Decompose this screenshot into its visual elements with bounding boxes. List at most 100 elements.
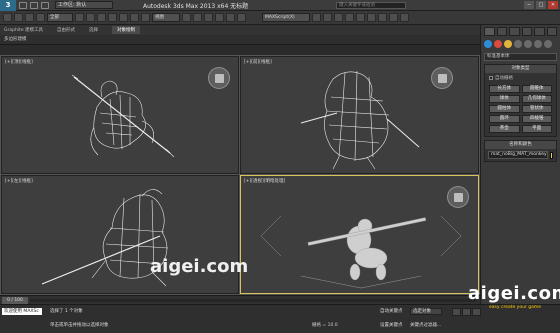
scale-icon[interactable]: [141, 13, 150, 22]
render-icon[interactable]: [400, 13, 409, 22]
tube-button[interactable]: 管状体: [521, 105, 552, 113]
autogrid-checkbox[interactable]: [489, 76, 493, 80]
spinner-snap-icon[interactable]: [237, 13, 246, 22]
ribbon-subtitle[interactable]: 多边形建模: [0, 35, 480, 45]
rotate-icon[interactable]: [130, 13, 139, 22]
app-logo-icon[interactable]: 3: [0, 0, 16, 11]
prompt-line: 单击或单击并拖动以选择对象: [50, 323, 109, 328]
viewcube-icon[interactable]: [431, 67, 453, 89]
select-icon[interactable]: [75, 13, 84, 22]
play-icon[interactable]: [462, 308, 471, 316]
minimize-button[interactable]: ─: [524, 1, 534, 9]
reference-coord-dropdown[interactable]: 视图: [152, 13, 180, 22]
geometry-type-dropdown[interactable]: 标准基本体: [484, 53, 557, 61]
rect-region-icon[interactable]: [97, 13, 106, 22]
select-by-name-icon[interactable]: [86, 13, 95, 22]
mirror-icon[interactable]: [312, 13, 321, 22]
redo-icon[interactable]: [14, 13, 23, 22]
named-selection-dropdown[interactable]: MAXScript(X): [262, 13, 310, 22]
tab-freeform[interactable]: 自由形式: [57, 27, 75, 33]
pyramid-button[interactable]: 四棱锥: [521, 115, 552, 123]
viewport-label[interactable]: [+][顶][线框]: [5, 59, 33, 65]
modify-tab-icon[interactable]: [496, 27, 507, 36]
save-file-icon[interactable]: [41, 1, 49, 9]
autokey-label[interactable]: 自动关键点: [380, 308, 403, 314]
plane-button[interactable]: 平面: [521, 125, 552, 133]
key-filters-button[interactable]: 关键点过滤器...: [410, 322, 441, 328]
timeline: 0 / 100: [0, 295, 480, 304]
viewport-perspective[interactable]: [+][透视][明暗处理]: [240, 175, 479, 294]
teapot-button[interactable]: 茶壶: [489, 125, 520, 133]
tab-graphite[interactable]: Graphite 建模工具: [4, 27, 43, 33]
status-bar: 欢迎使用 MAXSc 选择了 1 个对象 单击或单击并拖动以选择对象 栅格 = …: [0, 304, 560, 333]
next-frame-icon[interactable]: [472, 308, 481, 316]
prev-frame-icon[interactable]: [452, 308, 461, 316]
layer-icon[interactable]: [334, 13, 343, 22]
align-icon[interactable]: [323, 13, 332, 22]
angle-snap-icon[interactable]: [215, 13, 224, 22]
pivot-icon[interactable]: [182, 13, 191, 22]
time-slider[interactable]: 0 / 100: [2, 297, 28, 304]
display-tab-icon[interactable]: [534, 27, 545, 36]
maxscript-listener[interactable]: 欢迎使用 MAXSc: [2, 308, 42, 315]
box-button[interactable]: 长方体: [489, 85, 520, 93]
material-editor-icon[interactable]: [367, 13, 376, 22]
sphere-button[interactable]: 球体: [489, 95, 520, 103]
unlink-icon[interactable]: [36, 13, 45, 22]
link-icon[interactable]: [25, 13, 34, 22]
snap-icon[interactable]: [204, 13, 213, 22]
viewcube-icon[interactable]: [208, 67, 230, 89]
watermark-site: aigei.com: [468, 283, 560, 304]
ribbon-tabs: Graphite 建模工具 自由形式 选择 对象绘制: [0, 25, 480, 35]
object-name-field[interactable]: mat_noBig_MAT_monkey: [488, 151, 548, 159]
geometry-icon[interactable]: [484, 40, 492, 48]
move-icon[interactable]: [119, 13, 128, 22]
schematic-view-icon[interactable]: [356, 13, 365, 22]
object-color-swatch[interactable]: [549, 151, 553, 159]
close-button[interactable]: ✕: [548, 1, 558, 9]
utilities-tab-icon[interactable]: [546, 27, 557, 36]
lights-icon[interactable]: [504, 40, 512, 48]
name-color-header[interactable]: 名称和颜色: [485, 141, 556, 149]
setkey-label[interactable]: 设置关键点: [380, 322, 403, 328]
render-setup-icon[interactable]: [378, 13, 387, 22]
tab-object-paint[interactable]: 对象绘制: [112, 26, 141, 34]
create-tab-icon[interactable]: [484, 27, 495, 36]
search-input[interactable]: 键入关键字或短语: [336, 2, 406, 9]
cone-button[interactable]: 圆锥体: [521, 85, 552, 93]
geosphere-button[interactable]: 几何球体: [521, 95, 552, 103]
selection-filter-dropdown[interactable]: 全部: [47, 13, 73, 22]
object-type-header[interactable]: 对象类型: [485, 65, 556, 73]
systems-icon[interactable]: [544, 40, 552, 48]
timeline-track[interactable]: [30, 299, 476, 302]
viewport-top[interactable]: [+][顶][线框]: [1, 56, 239, 174]
viewport-label[interactable]: [+][透视][明暗处理]: [244, 178, 285, 184]
viewport-label[interactable]: [+][左][线框]: [5, 178, 33, 184]
percent-snap-icon[interactable]: [226, 13, 235, 22]
autogrid-row: 自动栅格: [485, 73, 556, 83]
select-manipulate-icon[interactable]: [193, 13, 202, 22]
cylinder-button[interactable]: 圆柱体: [489, 105, 520, 113]
undo-icon[interactable]: [3, 13, 12, 22]
spacewarps-icon[interactable]: [534, 40, 542, 48]
cameras-icon[interactable]: [514, 40, 522, 48]
torus-button[interactable]: 圆环: [489, 115, 520, 123]
open-file-icon[interactable]: [30, 1, 38, 9]
curve-editor-icon[interactable]: [345, 13, 354, 22]
tab-selection[interactable]: 选择: [89, 27, 98, 33]
new-file-icon[interactable]: [19, 1, 27, 9]
workspace-dropdown[interactable]: 工作区: 默认: [55, 1, 113, 9]
hierarchy-tab-icon[interactable]: [509, 27, 520, 36]
maximize-button[interactable]: □: [536, 1, 546, 9]
viewcube-icon[interactable]: [447, 186, 469, 208]
window-crossing-icon[interactable]: [108, 13, 117, 22]
selected-dropdown[interactable]: 选定对象: [410, 308, 442, 315]
wireframe-model-top: [71, 74, 175, 158]
shapes-icon[interactable]: [494, 40, 502, 48]
viewport-label[interactable]: [+][前][线框]: [244, 59, 272, 65]
watermark-center: aigei.com: [150, 256, 249, 277]
viewport-front[interactable]: [+][前][线框]: [240, 56, 479, 174]
helpers-icon[interactable]: [524, 40, 532, 48]
render-frame-icon[interactable]: [389, 13, 398, 22]
motion-tab-icon[interactable]: [521, 27, 532, 36]
